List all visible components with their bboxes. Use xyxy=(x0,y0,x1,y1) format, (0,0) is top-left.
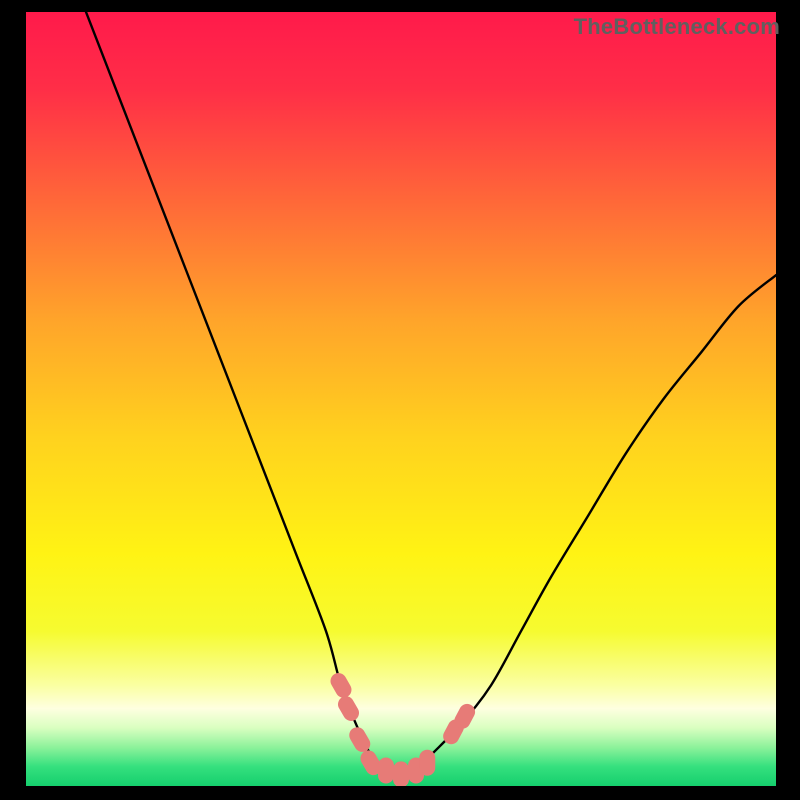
marker-trough-3 xyxy=(393,761,409,786)
plot-area xyxy=(26,12,776,786)
chart-frame: TheBottleneck.com xyxy=(0,0,800,800)
marker-trough-5 xyxy=(419,750,435,776)
watermark-text: TheBottleneck.com xyxy=(574,14,780,40)
plot-svg xyxy=(26,12,776,786)
marker-trough-2 xyxy=(378,758,394,784)
